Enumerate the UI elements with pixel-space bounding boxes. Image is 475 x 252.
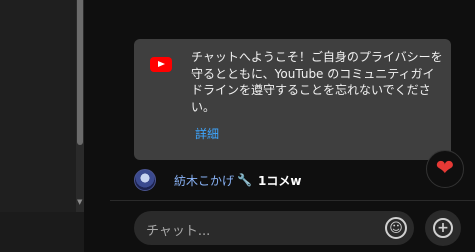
add-icon: +: [433, 218, 453, 238]
details-link[interactable]: 詳細: [195, 125, 219, 142]
avatar[interactable]: [134, 169, 156, 191]
chat-input-placeholder: チャット...: [146, 224, 211, 239]
chat-message: 紡木こかげ 🔧 1コメw: [134, 168, 301, 192]
left-panel-footer: [0, 212, 84, 252]
scrollbar[interactable]: [76, 0, 84, 212]
divider: [110, 200, 475, 201]
heart-icon: ❤: [435, 156, 455, 181]
emoji-icon: ☺: [389, 220, 403, 236]
heart-reaction-button[interactable]: ❤: [426, 150, 464, 188]
wrench-icon: 🔧: [237, 173, 252, 187]
youtube-logo-icon: [150, 57, 172, 72]
scroll-down-arrow-icon[interactable]: ▼: [77, 198, 82, 206]
scrollbar-thumb[interactable]: [77, 0, 83, 145]
message-text: 1コメw: [257, 173, 302, 188]
chat-input[interactable]: チャット... ☺: [134, 211, 414, 245]
message-author[interactable]: 紡木こかげ: [174, 172, 234, 189]
welcome-message: チャットへようこそ！ご自身のプライバシーを守るとともに、YouTube のコミュ…: [191, 50, 443, 114]
emoji-button[interactable]: ☺: [385, 217, 407, 239]
add-button[interactable]: +: [425, 210, 461, 246]
welcome-banner: チャットへようこそ！ご自身のプライバシーを守るとともに、YouTube のコミュ…: [134, 39, 451, 160]
